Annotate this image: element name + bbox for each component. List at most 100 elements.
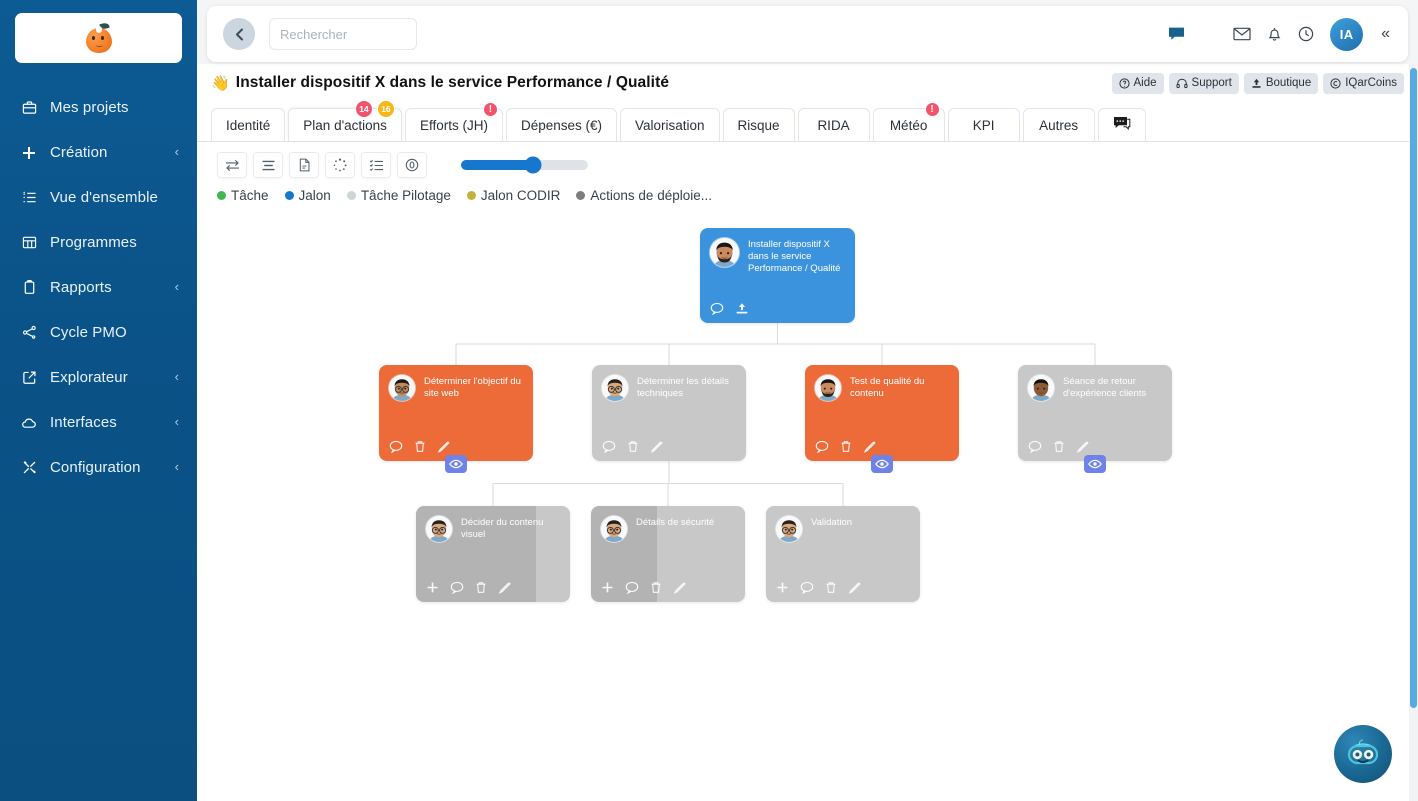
org-node[interactable]: Décider du contenu visuel	[416, 506, 570, 602]
sidebar-item-programmes[interactable]: Programmes	[0, 220, 197, 265]
search-input[interactable]	[269, 18, 417, 50]
org-node[interactable]: Installer dispositif X dans le service P…	[700, 228, 855, 323]
org-node[interactable]: Détails de sécurité	[591, 506, 745, 602]
org-node[interactable]: Validation	[766, 506, 920, 602]
trash-icon[interactable]	[475, 581, 487, 594]
tab-plan-dactions[interactable]: Plan d'actions 14 16	[288, 100, 402, 141]
tab-kpi[interactable]: KPI	[947, 108, 1020, 141]
tab-valorisation[interactable]: Valorisation	[620, 108, 720, 141]
zoom-slider[interactable]	[461, 156, 588, 174]
assign-icon[interactable]	[735, 302, 749, 315]
pencil-icon[interactable]	[650, 440, 663, 453]
comment-icon[interactable]	[710, 302, 724, 315]
eye-visibility-badge[interactable]	[871, 455, 893, 473]
trash-icon[interactable]	[1053, 440, 1065, 453]
sidebar-item-configuration[interactable]: Configuration ‹	[0, 445, 197, 490]
pencil-icon[interactable]	[1076, 440, 1089, 453]
plus-icon	[18, 145, 40, 161]
legend-item-jalon-codir[interactable]: Jalon CODIR	[466, 188, 560, 203]
sidebar-item-explorateur[interactable]: Explorateur ‹	[0, 355, 197, 400]
pencil-icon[interactable]	[673, 581, 686, 594]
question-circle-icon	[1118, 77, 1130, 89]
comment-icon[interactable]	[450, 581, 464, 594]
sidebar-item-cycle-pmo[interactable]: Cycle PMO	[0, 310, 197, 355]
trash-icon[interactable]	[650, 581, 662, 594]
pencil-icon[interactable]	[848, 581, 861, 594]
swap-arrows-icon[interactable]	[217, 152, 247, 178]
legend-item-jalon[interactable]: Jalon	[284, 188, 331, 203]
org-node[interactable]: Déterminer l'objectif du site web	[379, 365, 533, 461]
avatar[interactable]: IA	[1330, 17, 1364, 51]
app-logo[interactable]	[15, 13, 182, 63]
chat-filled-icon[interactable]	[1168, 26, 1185, 42]
comment-icon[interactable]	[389, 440, 403, 453]
scrollbar-thumb[interactable]	[1410, 68, 1417, 708]
aide-button[interactable]: Aide	[1111, 72, 1164, 94]
pencil-icon[interactable]	[498, 581, 511, 594]
tab-depenses[interactable]: Dépenses (€)	[505, 108, 617, 141]
legend-item-tache-pilotage[interactable]: Tâche Pilotage	[346, 188, 451, 203]
tab-autres[interactable]: Autres	[1022, 108, 1095, 141]
pencil-icon[interactable]	[863, 440, 876, 453]
org-node-title: Séance de retour d'expérience clients	[1063, 376, 1147, 399]
vertical-scrollbar[interactable]	[1409, 64, 1418, 801]
tab-rida[interactable]: RIDA	[797, 108, 870, 141]
plus-icon[interactable]	[776, 581, 789, 594]
support-button[interactable]: Support	[1168, 72, 1239, 94]
tab-chat[interactable]	[1097, 108, 1146, 141]
page-title: 👋 Installer dispositif X dans le service…	[211, 74, 669, 92]
trash-icon[interactable]	[627, 440, 639, 453]
comment-icon[interactable]	[625, 581, 639, 594]
pdf-file-icon[interactable]	[289, 152, 319, 178]
legend-dot	[284, 191, 294, 200]
apps-grid-icon[interactable]	[1201, 26, 1217, 42]
legend-item-tache[interactable]: Tâche	[217, 188, 269, 203]
apple-logo-icon	[84, 21, 114, 54]
org-node-actions	[815, 440, 876, 453]
plus-icon[interactable]	[601, 581, 614, 594]
org-node[interactable]: Déterminer les détails techniques	[592, 365, 746, 461]
eye-visibility-badge[interactable]	[445, 455, 467, 473]
comment-icon[interactable]	[1028, 440, 1042, 453]
sidebar-item-interfaces[interactable]: Interfaces ‹	[0, 400, 197, 445]
legend-item-actions-deploiement[interactable]: Actions de déploie...	[576, 188, 712, 203]
chart-legend: Tâche Jalon Tâche Pilotage Jalon CODIR A…	[197, 178, 1418, 203]
eye-visibility-badge[interactable]	[1084, 455, 1106, 473]
trash-icon[interactable]	[840, 440, 852, 453]
comment-icon[interactable]	[800, 581, 814, 594]
tab-identite[interactable]: Identité	[211, 108, 286, 141]
org-node[interactable]: Test de qualité du contenu	[805, 365, 959, 461]
top-bar-actions: IA «	[1168, 17, 1390, 51]
tab-efforts-jh[interactable]: Efforts (JH) !	[404, 102, 503, 141]
org-node-actions	[710, 302, 749, 315]
legend-dot	[576, 191, 586, 200]
checklist-icon[interactable]	[361, 152, 391, 178]
assistant-robot-icon[interactable]	[1334, 725, 1392, 783]
zero-circle-icon[interactable]	[397, 152, 427, 178]
trash-icon[interactable]	[825, 581, 837, 594]
loading-dots-icon[interactable]	[325, 152, 355, 178]
trash-icon[interactable]	[414, 440, 426, 453]
boutique-button[interactable]: Boutique	[1243, 72, 1319, 94]
comment-icon[interactable]	[602, 440, 616, 453]
back-button[interactable]	[223, 18, 255, 50]
clock-icon[interactable]	[1298, 26, 1314, 42]
sidebar-item-vue-densemble[interactable]: Vue d'ensemble	[0, 175, 197, 220]
main-content: IA « 👋 Installer dispositif X dans le se…	[197, 0, 1418, 801]
collapse-sidebar-button[interactable]: «	[1381, 25, 1390, 43]
align-lines-icon[interactable]	[253, 152, 283, 178]
sidebar-item-creation[interactable]: Création ‹	[0, 130, 197, 175]
org-chart: Installer dispositif X dans le service P…	[197, 203, 1418, 723]
plus-icon[interactable]	[426, 581, 439, 594]
zoom-slider-handle[interactable]	[524, 156, 542, 174]
sidebar-item-mes-projets[interactable]: Mes projets	[0, 85, 197, 130]
sidebar-item-rapports[interactable]: Rapports ‹	[0, 265, 197, 310]
pencil-icon[interactable]	[437, 440, 450, 453]
iqarcoins-button[interactable]: IQarCoins	[1323, 72, 1404, 94]
comment-icon[interactable]	[815, 440, 829, 453]
bell-icon[interactable]	[1267, 26, 1282, 42]
tab-meteo[interactable]: Météo !	[872, 102, 945, 141]
tab-risque[interactable]: Risque	[722, 108, 795, 141]
mail-icon[interactable]	[1233, 27, 1251, 41]
org-node[interactable]: Séance de retour d'expérience clients	[1018, 365, 1172, 461]
